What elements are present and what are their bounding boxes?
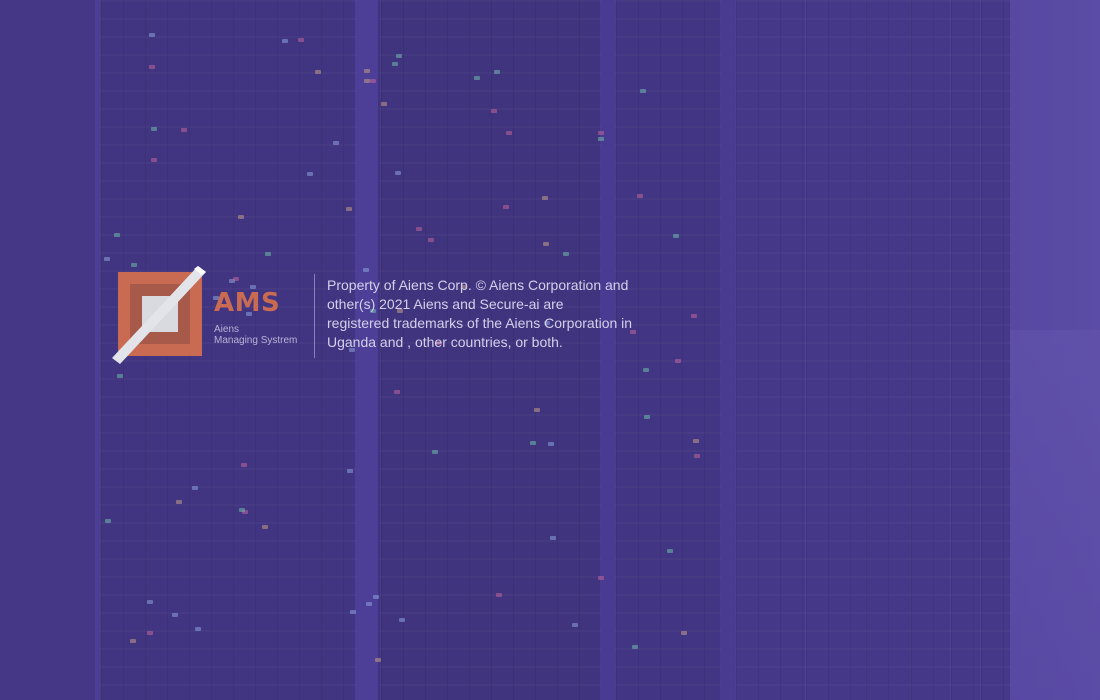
vertical-divider <box>314 274 315 358</box>
legal-notice: Property of Aiens Corp. © Aiens Corporat… <box>327 276 647 352</box>
legal-line: Uganda and , other countries, or both. <box>327 334 563 350</box>
logo-text: AMS Aiens Managing Systrem <box>214 290 302 346</box>
legal-line: Property of Aiens Corp. © Aiens Corporat… <box>327 277 629 293</box>
company-name: Aiens <box>214 324 240 335</box>
ams-logo-icon <box>112 266 208 366</box>
legal-line: registered trademarks of the Aiens Corpo… <box>327 315 633 331</box>
splash-screen: AMS Aiens Managing Systrem Property of A… <box>0 0 1100 700</box>
brand-block: AMS Aiens Managing Systrem <box>112 266 302 366</box>
app-name: AMS <box>214 288 281 318</box>
product-name: Managing Systrem <box>214 335 298 346</box>
legal-line: other(s) 2021 Aiens and Secure-ai are <box>327 296 564 312</box>
